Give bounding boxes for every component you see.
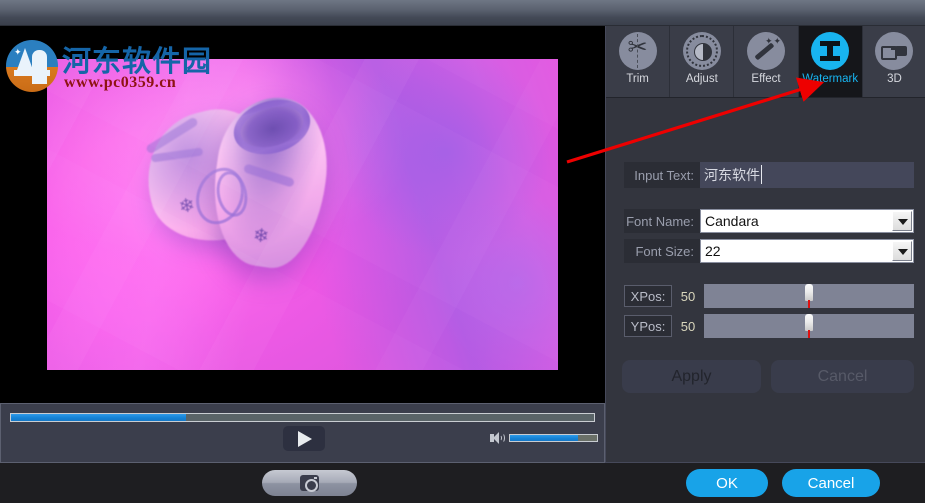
seek-bar-fill [11, 414, 186, 421]
logo-bar [14, 70, 50, 76]
input-text-row: Input Text: [624, 162, 914, 188]
transport-bar [0, 403, 605, 463]
xpos-row: XPos: 50 [624, 284, 914, 308]
scissors-icon [618, 32, 657, 70]
video-stage: ❄ ❄ ✦ 河东软件园 www.pc0359.cn [0, 26, 605, 403]
glasses-bridge [891, 48, 900, 50]
bottom-bar: OK Cancel [0, 463, 925, 503]
app-window: ❄ ❄ ✦ 河东软件园 www.pc0359.cn [0, 0, 925, 503]
font-name-label: Font Name: [624, 209, 700, 233]
xpos-label: XPos: [624, 285, 672, 307]
play-button[interactable] [283, 426, 325, 451]
font-name-row: Font Name: Candara [624, 209, 914, 233]
apply-button[interactable]: Apply [622, 360, 761, 393]
volume-icon [488, 432, 505, 444]
watermark-icon-stem [827, 44, 834, 58]
ok-button[interactable]: OK [686, 469, 768, 497]
tab-effect-label: Effect [751, 73, 781, 85]
watermark-panel: Input Text: Font Name: Candara Font Size… [606, 98, 925, 463]
edit-panel: Trim Adjust Effect Watermark 3D [605, 26, 925, 463]
tab-adjust[interactable]: Adjust [670, 26, 735, 97]
tab-trim[interactable]: Trim [606, 26, 671, 97]
ypos-slider-marker [808, 330, 810, 338]
ypos-row: YPos: 50 [624, 314, 914, 338]
font-name-value: Candara [705, 213, 759, 229]
volume-fill [510, 435, 578, 441]
edit-tab-bar: Trim Adjust Effect Watermark 3D [606, 26, 925, 98]
panel-cancel-button[interactable]: Cancel [771, 360, 914, 393]
ypos-value: 50 [680, 318, 696, 334]
watermark-text-input[interactable] [700, 162, 914, 188]
text-caret [761, 165, 762, 184]
input-text-label: Input Text: [624, 162, 700, 188]
font-name-select[interactable]: Candara [700, 209, 914, 233]
ypos-slider[interactable] [704, 314, 914, 338]
font-size-label: Font Size: [624, 239, 700, 263]
glasses-3d-icon [875, 32, 914, 70]
tab-trim-label: Trim [626, 73, 649, 85]
xpos-slider[interactable] [704, 284, 914, 308]
brightness-icon [682, 32, 721, 70]
tab-effect[interactable]: Effect [734, 26, 799, 97]
logo-shape-2 [32, 50, 47, 84]
logo-shape-1 [17, 48, 33, 70]
snapshot-button[interactable] [262, 470, 357, 496]
ypos-label: YPos: [624, 315, 672, 337]
xpos-slider-thumb[interactable] [805, 284, 813, 301]
ypos-slider-thumb[interactable] [805, 314, 813, 331]
magic-wand-icon [747, 32, 785, 70]
xpos-slider-marker [808, 300, 810, 308]
chevron-down-icon[interactable] [892, 211, 912, 231]
font-size-value: 22 [705, 243, 721, 259]
logo-star-icon: ✦ [14, 47, 22, 57]
tab-3d-label: 3D [887, 73, 902, 85]
xpos-value: 50 [680, 288, 696, 304]
title-bar [0, 0, 925, 26]
tab-3d[interactable]: 3D [862, 26, 925, 97]
cancel-button[interactable]: Cancel [782, 469, 880, 497]
video-preview[interactable]: ❄ ❄ [47, 59, 558, 370]
chevron-down-icon[interactable] [892, 241, 912, 261]
tab-watermark[interactable]: Watermark [798, 26, 863, 97]
font-size-select[interactable]: 22 [700, 239, 914, 263]
volume-control[interactable] [488, 431, 598, 445]
video-glare [47, 59, 558, 370]
tab-watermark-label: Watermark [802, 73, 859, 85]
volume-wave-2 [499, 433, 505, 443]
camera-icon [300, 475, 319, 492]
seek-bar[interactable] [10, 413, 595, 422]
tab-adjust-label: Adjust [685, 73, 718, 85]
player-zone: ❄ ❄ ✦ 河东软件园 www.pc0359.cn [0, 26, 605, 463]
watermark-icon [811, 32, 850, 70]
font-size-row: Font Size: 22 [624, 239, 914, 263]
volume-track[interactable] [509, 434, 598, 442]
